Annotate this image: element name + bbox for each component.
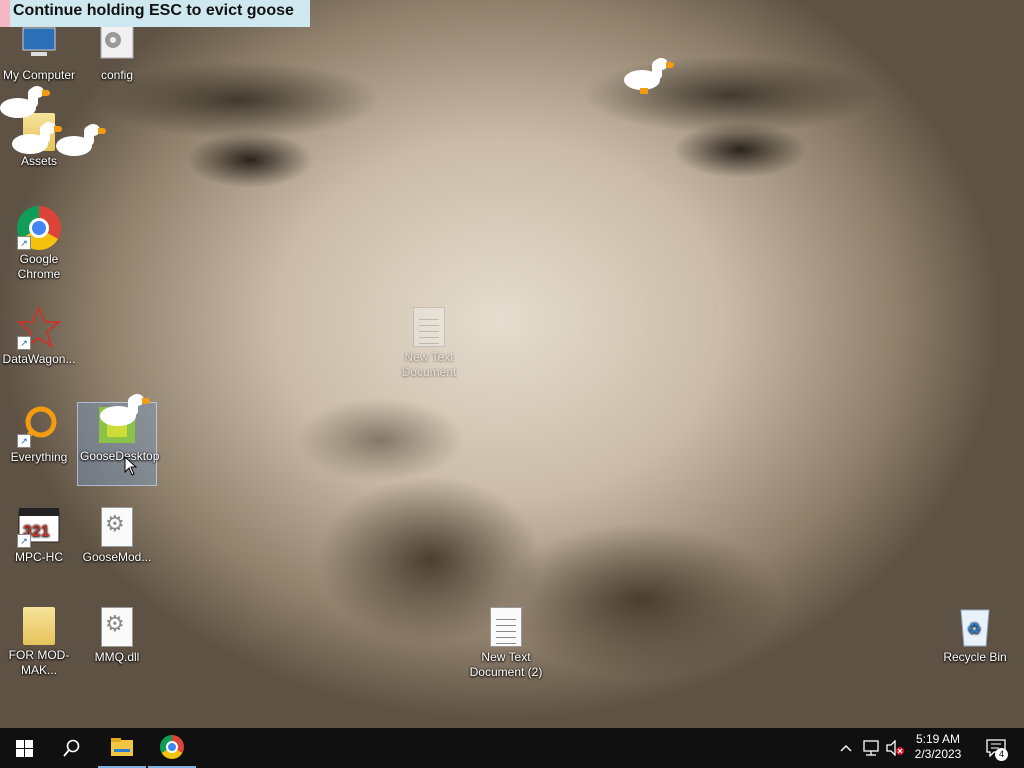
recycle-bin-icon: ♻ <box>953 604 997 648</box>
shortcut-arrow-icon: ↗ <box>17 534 31 548</box>
desktop-icon-goosemod[interactable]: GooseMod... <box>78 504 156 565</box>
mpc-hc-icon: 321 ↗ <box>17 504 61 548</box>
desktop-icon-label: Google Chrome <box>17 252 61 281</box>
desktop-icon-label: New Text Document (2) <box>469 650 543 679</box>
settings-gear-icon <box>95 22 139 66</box>
everything-search-icon: ↗ <box>17 404 61 448</box>
desktop-icon-my-computer[interactable]: My Computer <box>0 22 78 83</box>
chrome-icon: ↗ <box>17 206 61 250</box>
goose-sprite[interactable] <box>624 58 674 94</box>
start-button[interactable] <box>0 728 48 768</box>
chrome-icon <box>160 735 184 759</box>
desktop-icon-new-text-document[interactable]: New Text Document <box>390 304 468 380</box>
tray-overflow-button[interactable] <box>836 728 856 768</box>
datawagon-icon: ↗ <box>16 305 62 350</box>
desktop-icon-new-text-document-2[interactable]: New Text Document (2) <box>467 604 545 680</box>
taskbar-file-explorer[interactable] <box>98 728 146 768</box>
taskbar-clock[interactable]: 5:19 AM 2/3/2023 <box>904 732 972 762</box>
desktop-icon-label: Everything <box>10 450 68 464</box>
dll-file-icon <box>101 607 133 647</box>
shortcut-arrow-icon: ↗ <box>17 236 31 250</box>
desktop-icon-label: config <box>100 68 134 82</box>
taskbar-chrome[interactable] <box>148 728 196 768</box>
network-button[interactable] <box>860 728 882 768</box>
goose-sprite[interactable] <box>12 122 62 156</box>
action-center-button[interactable]: 4 <box>980 728 1012 768</box>
desktop-icon-recycle-bin[interactable]: ♻ Recycle Bin <box>936 604 1014 665</box>
desktop-icon-label: My Computer <box>2 68 76 82</box>
chevron-up-icon <box>840 745 852 752</box>
shortcut-arrow-icon: ↗ <box>17 336 31 350</box>
desktop-icon-for-mod-makers[interactable]: FOR MOD-MAK... <box>0 604 78 678</box>
windows-logo-icon <box>15 739 33 757</box>
taskbar: 5:19 AM 2/3/2023 4 <box>0 728 1024 768</box>
file-explorer-icon <box>111 738 133 756</box>
settings-file-icon <box>101 507 133 547</box>
desktop-icon-label: DataWagon... <box>2 352 76 366</box>
desktop-icon-everything[interactable]: ↗ Everything <box>0 404 78 465</box>
svg-text:♻: ♻ <box>967 619 981 638</box>
search-button[interactable] <box>48 728 96 768</box>
goose-sprite[interactable] <box>100 394 150 428</box>
clock-time: 5:19 AM <box>915 732 961 746</box>
goose-sprite[interactable] <box>56 124 106 158</box>
clock-date: 2/3/2023 <box>914 747 962 761</box>
desktop-icon-label: GooseDesktop <box>80 449 160 463</box>
desktop-icon-mmq-dll[interactable]: MMQ.dll <box>78 604 156 665</box>
network-icon <box>863 740 879 756</box>
volume-button[interactable] <box>884 728 906 768</box>
notification-count-badge: 4 <box>995 748 1008 761</box>
text-document-icon <box>490 607 522 647</box>
volume-muted-icon <box>886 740 904 756</box>
computer-icon <box>17 22 61 66</box>
desktop-icon-config[interactable]: config <box>78 22 156 83</box>
desktop-icon-label: Recycle Bin <box>943 650 1007 664</box>
desktop-icon-datawagon[interactable]: ↗ DataWagon... <box>0 305 78 367</box>
evict-goose-banner: Continue holding ESC to evict goose <box>0 0 310 27</box>
desktop-icon-label: MMQ.dll <box>94 650 140 664</box>
text-document-icon <box>413 307 445 347</box>
mouse-cursor-icon <box>124 455 138 481</box>
desktop-icon-label: New Text Document <box>401 350 457 379</box>
desktop-icon-label: FOR MOD-MAK... <box>8 648 70 677</box>
goose-sprite[interactable] <box>0 86 50 120</box>
desktop-icon-label: MPC-HC <box>15 550 63 564</box>
search-icon <box>63 739 80 757</box>
folder-icon <box>23 607 55 645</box>
desktop-icon-mpc-hc[interactable]: 321 ↗ MPC-HC <box>0 504 78 565</box>
shortcut-arrow-icon: ↗ <box>17 434 31 448</box>
desktop-icon-label: GooseMod... <box>82 550 152 564</box>
desktop-icon-google-chrome[interactable]: ↗ Google Chrome <box>0 206 78 282</box>
